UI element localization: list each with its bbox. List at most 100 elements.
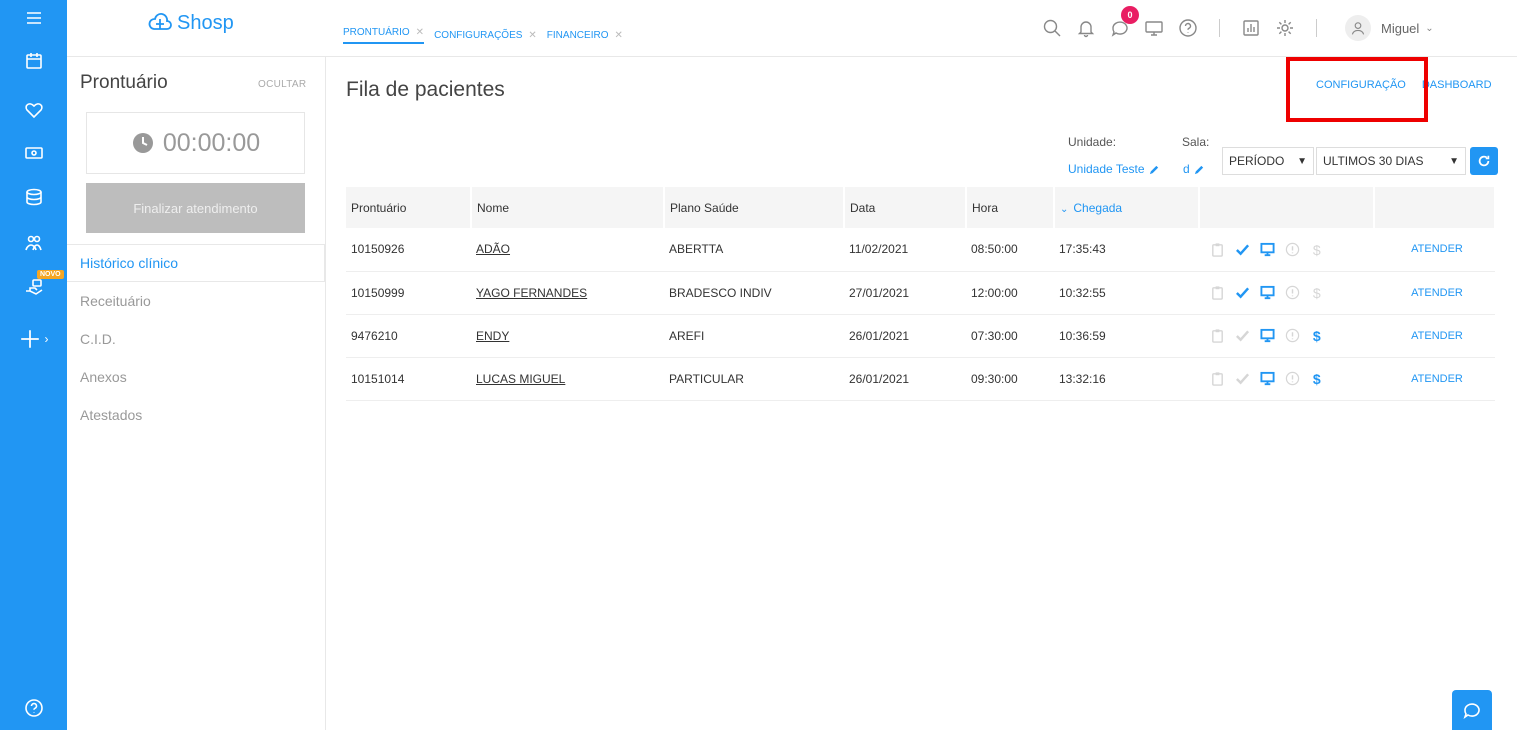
check-icon[interactable] (1235, 371, 1250, 386)
cell-plano: ABERTTA (664, 228, 844, 272)
svg-text:$: $ (1313, 328, 1321, 343)
monitor-icon[interactable] (1260, 285, 1275, 300)
cell-nome-link[interactable]: YAGO FERNANDES (471, 271, 664, 315)
sidebar-item-historico[interactable]: Histórico clínico (67, 244, 326, 282)
cell-hora: 09:30:00 (966, 357, 1054, 401)
chat-button[interactable] (1452, 690, 1492, 730)
col-chegada-label: Chegada (1073, 200, 1123, 215)
alert-icon[interactable] (1285, 285, 1300, 300)
chat-notifications-icon[interactable]: 0 (1103, 6, 1139, 42)
attend-button[interactable]: ATENDER (1374, 271, 1495, 315)
svg-text:$: $ (1313, 371, 1321, 386)
refresh-button[interactable] (1470, 147, 1498, 175)
cell-plano: PARTICULAR (664, 357, 844, 401)
col-plano[interactable]: Plano Saúde (664, 187, 845, 228)
dollar-icon[interactable]: $ (1310, 328, 1325, 343)
col-actions (1199, 187, 1375, 228)
sidebar-item-receituario[interactable]: Receituário (67, 282, 326, 320)
table-header: Prontuário Nome Plano Saúde Data Hora ⌄ C… (346, 187, 1496, 228)
close-icon[interactable]: ✕ (528, 30, 536, 41)
cell-nome-link[interactable]: ENDY (471, 314, 664, 358)
chart-icon[interactable] (1234, 14, 1268, 42)
cloud-plus-icon (148, 13, 172, 30)
user-menu[interactable]: Miguel ⌄ (1381, 21, 1434, 36)
monitor-icon[interactable] (1137, 14, 1171, 42)
heart-icon[interactable] (0, 97, 67, 123)
table-row[interactable]: 10150926 ADÃO ABERTTA 11/02/2021 08:50:00 17:… (346, 228, 1495, 272)
table-row[interactable]: 10150999 YAGO FERNANDES BRADESCO INDIV 27/0… (346, 271, 1495, 315)
room-selector[interactable]: d (1183, 162, 1205, 176)
cell-plano: AREFI (664, 314, 844, 358)
room-label: Sala: (1182, 135, 1210, 149)
check-icon[interactable] (1235, 328, 1250, 343)
chevron-down-icon: ▼ (1297, 155, 1307, 167)
finish-appointment-button[interactable]: Finalizar atendimento (86, 183, 305, 233)
attend-button[interactable]: ATENDER (1374, 357, 1495, 401)
bell-icon[interactable] (1069, 14, 1103, 42)
attend-button[interactable]: ATENDER (1374, 314, 1495, 358)
money-icon[interactable] (0, 140, 67, 166)
dollar-icon[interactable]: $ (1310, 371, 1325, 386)
period-select[interactable]: PERÍODO ▼ (1222, 147, 1314, 175)
sidebar-item-cid[interactable]: C.I.D. (67, 320, 326, 358)
cell-data: 27/01/2021 (844, 271, 966, 315)
sidebar-item-atestados[interactable]: Atestados (67, 396, 326, 434)
room-value: d (1183, 162, 1190, 176)
clipboard-icon[interactable] (1210, 285, 1225, 300)
col-hora[interactable]: Hora (966, 187, 1055, 228)
cell-hora: 12:00:00 (966, 271, 1054, 315)
database-icon[interactable] (0, 184, 67, 210)
help-icon[interactable] (0, 696, 67, 720)
clipboard-icon[interactable] (1210, 371, 1225, 386)
alert-icon[interactable] (1285, 371, 1300, 386)
avatar[interactable] (1345, 15, 1371, 41)
clipboard-icon[interactable] (1210, 242, 1225, 257)
clipboard-icon[interactable] (1210, 328, 1225, 343)
team-icon[interactable] (0, 230, 67, 256)
alert-icon[interactable] (1285, 328, 1300, 343)
check-icon[interactable] (1235, 285, 1250, 300)
sidebar-item-anexos[interactable]: Anexos (67, 358, 326, 396)
calendar-icon[interactable] (0, 48, 67, 74)
cell-nome-link[interactable]: LUCAS MIGUEL (471, 357, 664, 401)
monitor-icon[interactable] (1260, 242, 1275, 257)
cell-chegada: 17:35:43 (1054, 228, 1199, 272)
close-icon[interactable]: ✕ (416, 27, 424, 38)
tab-prontuario[interactable]: PRONTUÁRIO ✕ (343, 27, 425, 44)
col-chegada[interactable]: ⌄ Chegada (1054, 187, 1200, 228)
sidebar-menu: Histórico clínico Receituário C.I.D. Ane… (67, 244, 326, 434)
dollar-icon[interactable]: $ (1310, 242, 1325, 257)
hide-sidebar-link[interactable]: OCULTAR (258, 79, 306, 90)
gear-icon[interactable] (1268, 14, 1302, 42)
logo[interactable]: Shosp (147, 10, 234, 36)
cell-prontuario: 9476210 (346, 314, 471, 358)
dollar-icon[interactable]: $ (1310, 285, 1325, 300)
monitor-icon[interactable] (1260, 328, 1275, 343)
cell-actions: $ (1199, 314, 1374, 358)
new-badge: NOVO (37, 270, 64, 279)
search-icon[interactable] (1035, 14, 1069, 42)
highlight-box (1286, 57, 1428, 122)
table-row[interactable]: 9476210 ENDY AREFI 26/01/2021 07:30:00 10:36:… (346, 314, 1495, 358)
col-prontuario[interactable]: Prontuário (346, 187, 472, 228)
close-icon[interactable]: ✕ (614, 30, 622, 41)
menu-icon[interactable] (0, 6, 67, 30)
col-data[interactable]: Data (844, 187, 967, 228)
cell-nome-link[interactable]: ADÃO (471, 228, 664, 272)
help-circle-icon[interactable] (1171, 14, 1205, 42)
add-icon[interactable]: › (0, 326, 67, 352)
range-select[interactable]: ULTIMOS 30 DIAS ▼ (1316, 147, 1466, 175)
range-select-value: ULTIMOS 30 DIAS (1323, 154, 1424, 168)
tab-configuracoes[interactable]: CONFIGURAÇÕES ✕ (434, 27, 537, 44)
dashboard-link[interactable]: DASHBOARD (1422, 79, 1492, 91)
patient-queue-table: Prontuário Nome Plano Saúde Data Hora ⌄ C… (346, 187, 1496, 401)
attend-button[interactable]: ATENDER (1374, 228, 1495, 272)
monitor-icon[interactable] (1260, 371, 1275, 386)
cell-chegada: 10:36:59 (1054, 314, 1199, 358)
col-nome[interactable]: Nome (471, 187, 665, 228)
table-row[interactable]: 10151014 LUCAS MIGUEL PARTICULAR 26/01/2021… (346, 357, 1495, 401)
tab-financeiro[interactable]: FINANCEIRO ✕ (547, 27, 623, 44)
alert-icon[interactable] (1285, 242, 1300, 257)
unit-selector[interactable]: Unidade Teste (1068, 162, 1160, 176)
check-icon[interactable] (1235, 242, 1250, 257)
